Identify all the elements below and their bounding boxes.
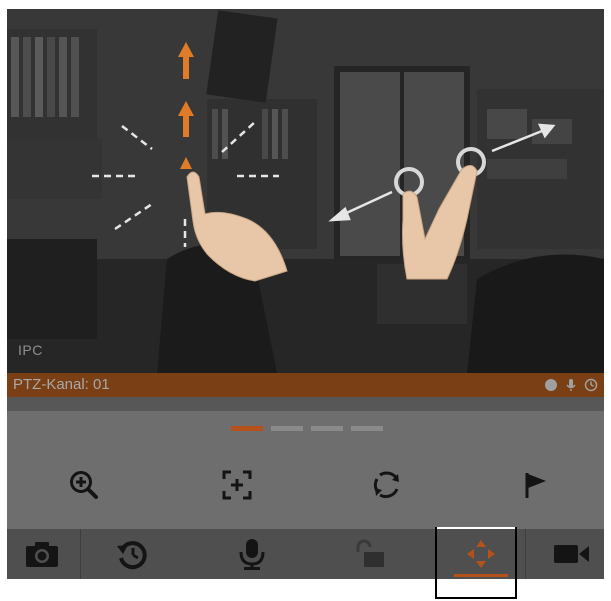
auto-rotate-icon bbox=[373, 471, 399, 498]
page-dot-active[interactable] bbox=[231, 426, 263, 431]
divider-strip bbox=[7, 397, 604, 411]
camera-label: IPC bbox=[18, 342, 43, 358]
tutorial-highlight-box bbox=[435, 527, 517, 599]
auto-rotate-button[interactable] bbox=[365, 463, 409, 507]
clock-icon bbox=[584, 378, 598, 392]
zoom-in-button[interactable] bbox=[62, 463, 106, 507]
page-dot[interactable] bbox=[311, 426, 343, 431]
tutorial-highlight-gap bbox=[437, 527, 515, 529]
toolbar-separator bbox=[525, 529, 526, 579]
toolbar-separator bbox=[80, 529, 81, 579]
unlock-button[interactable] bbox=[334, 529, 404, 579]
live-video-view[interactable]: IPC bbox=[7, 9, 604, 373]
record-dot-icon bbox=[544, 378, 558, 392]
page-indicator bbox=[231, 426, 383, 431]
ptz-channel-label: PTZ-Kanal: 01 bbox=[13, 376, 110, 393]
unlock-icon bbox=[356, 539, 384, 567]
focus-frame-icon bbox=[222, 470, 252, 500]
zoom-in-icon bbox=[70, 471, 98, 499]
focus-button[interactable] bbox=[215, 463, 259, 507]
playback-button[interactable] bbox=[97, 529, 167, 579]
page-dot[interactable] bbox=[271, 426, 303, 431]
playback-history-icon bbox=[117, 541, 147, 570]
mic-small-icon bbox=[564, 378, 578, 392]
microphone-icon bbox=[239, 539, 265, 570]
record-button[interactable] bbox=[537, 529, 607, 579]
page-dot[interactable] bbox=[351, 426, 383, 431]
preset-button[interactable] bbox=[514, 463, 558, 507]
ptz-control-panel bbox=[7, 411, 604, 529]
talk-button[interactable] bbox=[217, 529, 287, 579]
record-video-icon bbox=[554, 545, 589, 563]
snapshot-button[interactable] bbox=[7, 529, 77, 579]
preset-flag-icon bbox=[525, 473, 546, 498]
camera-scene bbox=[7, 9, 604, 373]
ptz-status-bar: PTZ-Kanal: 01 bbox=[7, 373, 604, 397]
snapshot-camera-icon bbox=[26, 542, 58, 567]
